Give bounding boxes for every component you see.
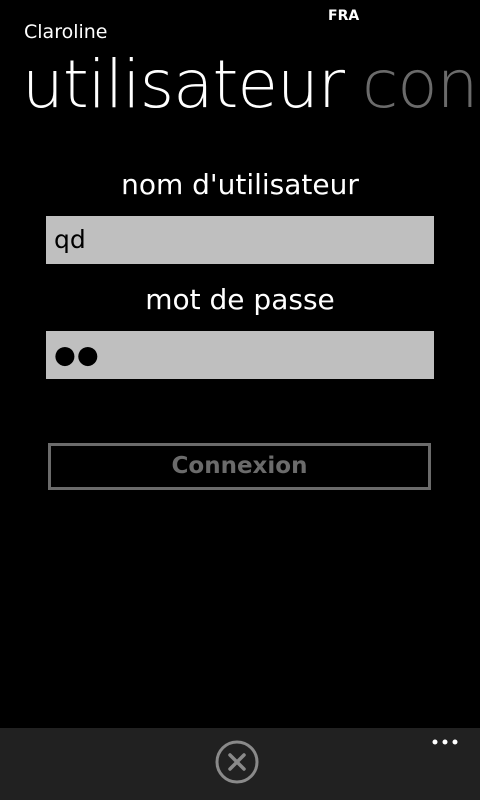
ellipsis-icon[interactable] [431,734,461,750]
password-field[interactable]: ●● [46,331,434,379]
pivot-headers: utilisateurconf [22,52,480,118]
username-field[interactable]: qd [46,216,434,264]
pivot-item-next[interactable]: conf [362,46,480,123]
app-bar [0,728,480,800]
app-title: Claroline [24,21,108,43]
status-language: FRA [328,8,360,24]
pivot-item-utilisateur[interactable]: utilisateur [22,46,345,123]
username-label: nom d'utilisateur [121,168,359,201]
close-icon[interactable] [215,740,259,784]
connect-button[interactable]: Connexion [48,443,431,490]
password-label: mot de passe [145,283,335,316]
